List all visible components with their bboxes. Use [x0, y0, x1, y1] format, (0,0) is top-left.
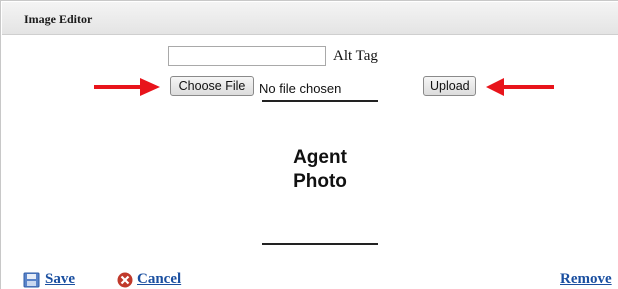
agent-photo-placeholder: Agent Photo — [262, 146, 378, 194]
alt-tag-label: Alt Tag — [333, 48, 378, 64]
alt-tag-input[interactable] — [168, 46, 326, 66]
save-link[interactable]: Save — [45, 271, 75, 288]
cancel-x-icon — [117, 272, 133, 288]
cancel-link[interactable]: Cancel — [137, 271, 181, 288]
image-editor-panel: Image Editor — [0, 0, 618, 289]
upload-button[interactable]: Upload — [423, 76, 476, 96]
file-status-text: No file chosen — [259, 81, 342, 96]
floppy-disk-icon — [23, 272, 40, 288]
choose-file-button[interactable]: Choose File — [170, 76, 254, 96]
red-arrow-left-icon — [486, 78, 554, 96]
photo-frame-top-line — [262, 100, 378, 102]
panel-title: Image Editor — [24, 12, 93, 26]
photo-placeholder-line1: Agent — [293, 147, 347, 168]
title-bar: Image Editor — [2, 2, 618, 35]
remove-link[interactable]: Remove — [560, 271, 612, 288]
photo-placeholder-line2: Photo — [293, 171, 347, 192]
photo-frame-bottom-line — [262, 243, 378, 245]
red-arrow-right-icon — [94, 78, 160, 96]
